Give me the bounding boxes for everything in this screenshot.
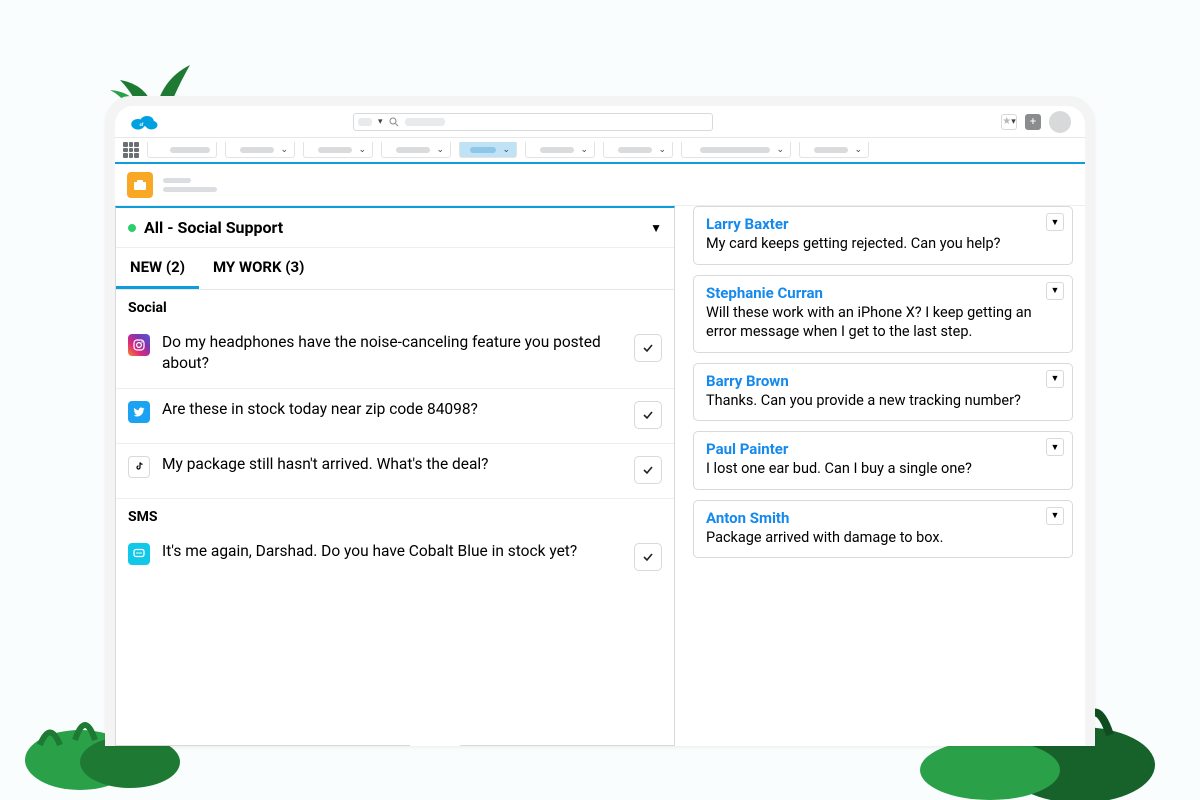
case-customer-name: Anton Smith bbox=[706, 509, 1060, 527]
nav-tab[interactable]: ⌄ bbox=[603, 142, 673, 158]
work-item[interactable]: Are these in stock today near zip code 8… bbox=[116, 389, 674, 444]
nav-tab[interactable]: ⌄ bbox=[681, 142, 791, 158]
nav-tab[interactable]: ⌄ bbox=[381, 142, 451, 158]
case-message: My card keeps getting rejected. Can you … bbox=[706, 234, 1060, 254]
case-customer-name: Larry Baxter bbox=[706, 215, 1060, 233]
app-launcher-icon[interactable] bbox=[123, 142, 139, 158]
work-item[interactable]: My package still hasn't arrived. What's … bbox=[116, 444, 674, 499]
case-list: ▼ Larry Baxter My card keeps getting rej… bbox=[693, 206, 1073, 746]
work-item[interactable]: It's me again, Darshad. Do you have Coba… bbox=[116, 531, 674, 585]
check-icon bbox=[641, 463, 655, 477]
nav-tab-active[interactable]: ⌄ bbox=[459, 142, 517, 158]
nav-tab[interactable]: ⌄ bbox=[525, 142, 595, 158]
presence-online-icon bbox=[128, 224, 136, 232]
chevron-down-icon: ▼ bbox=[650, 221, 662, 235]
nav-tab[interactable]: ⌄ bbox=[225, 142, 295, 158]
app-screen: sf ▾ ★ ▾ + bbox=[115, 106, 1085, 746]
case-customer-name: Stephanie Curran bbox=[706, 284, 1060, 302]
user-avatar[interactable] bbox=[1049, 111, 1071, 133]
sms-icon bbox=[128, 543, 150, 565]
briefcase-icon bbox=[127, 172, 153, 198]
chevron-down-icon: ▾ bbox=[1011, 117, 1016, 127]
case-customer-name: Paul Painter bbox=[706, 440, 1060, 458]
accept-button[interactable] bbox=[634, 334, 662, 362]
nav-tab[interactable] bbox=[147, 142, 217, 158]
page-header bbox=[115, 164, 1085, 206]
check-icon bbox=[641, 341, 655, 355]
queue-selector[interactable]: All - Social Support ▼ bbox=[116, 208, 674, 248]
tab-my-work[interactable]: MY WORK (3) bbox=[199, 248, 318, 289]
case-menu-button[interactable]: ▼ bbox=[1046, 213, 1064, 231]
case-card[interactable]: ▼ Paul Painter I lost one ear bud. Can I… bbox=[693, 431, 1073, 490]
case-message: Package arrived with damage to box. bbox=[706, 528, 1060, 548]
navigation-tabs: ⌄ ⌄ ⌄ ⌄ ⌄ ⌄ ⌄ ⌄ bbox=[115, 138, 1085, 164]
group-social: Social bbox=[116, 290, 674, 322]
laptop-frame: sf ▾ ★ ▾ + bbox=[105, 96, 1095, 746]
group-sms: SMS bbox=[116, 499, 674, 531]
case-menu-button[interactable]: ▼ bbox=[1046, 282, 1064, 300]
case-menu-button[interactable]: ▼ bbox=[1046, 438, 1064, 456]
accept-button[interactable] bbox=[634, 456, 662, 484]
instagram-icon bbox=[128, 334, 150, 356]
case-card[interactable]: ▼ Stephanie Curran Will these work with … bbox=[693, 275, 1073, 353]
case-message: Thanks. Can you provide a new tracking n… bbox=[706, 391, 1060, 411]
check-icon bbox=[641, 550, 655, 564]
check-icon bbox=[641, 408, 655, 422]
salesforce-logo-icon: sf bbox=[129, 112, 159, 132]
chevron-down-icon: ▾ bbox=[378, 117, 383, 127]
work-item-message: My package still hasn't arrived. What's … bbox=[162, 454, 622, 475]
add-button[interactable]: + bbox=[1025, 114, 1041, 130]
nav-tab[interactable]: ⌄ bbox=[303, 142, 373, 158]
case-card[interactable]: ▼ Anton Smith Package arrived with damag… bbox=[693, 500, 1073, 559]
global-header: sf ▾ ★ ▾ + bbox=[115, 106, 1085, 138]
tiktok-icon bbox=[128, 456, 150, 478]
omni-queue-panel: All - Social Support ▼ NEW (2) MY WORK (… bbox=[115, 206, 675, 746]
tab-new[interactable]: NEW (2) bbox=[116, 248, 199, 289]
case-card[interactable]: ▼ Larry Baxter My card keeps getting rej… bbox=[693, 206, 1073, 265]
work-item-message: Do my headphones have the noise-cancelin… bbox=[162, 332, 622, 374]
nav-tab[interactable]: ⌄ bbox=[799, 142, 869, 158]
laptop-hinge bbox=[410, 740, 790, 746]
page-title-placeholder bbox=[163, 178, 217, 192]
svg-text:sf: sf bbox=[140, 121, 144, 127]
work-item-message: It's me again, Darshad. Do you have Coba… bbox=[162, 541, 622, 562]
case-card[interactable]: ▼ Barry Brown Thanks. Can you provide a … bbox=[693, 363, 1073, 422]
favorites-button[interactable]: ★ ▾ bbox=[1001, 114, 1017, 130]
search-icon bbox=[389, 117, 399, 127]
work-item-message: Are these in stock today near zip code 8… bbox=[162, 399, 622, 420]
case-message: I lost one ear bud. Can I buy a single o… bbox=[706, 459, 1060, 479]
accept-button[interactable] bbox=[634, 543, 662, 571]
queue-title: All - Social Support bbox=[144, 218, 283, 237]
accept-button[interactable] bbox=[634, 401, 662, 429]
work-item[interactable]: Do my headphones have the noise-cancelin… bbox=[116, 322, 674, 389]
case-menu-button[interactable]: ▼ bbox=[1046, 370, 1064, 388]
case-customer-name: Barry Brown bbox=[706, 372, 1060, 390]
plus-icon: + bbox=[1030, 116, 1036, 127]
case-menu-button[interactable]: ▼ bbox=[1046, 507, 1064, 525]
case-message: Will these work with an iPhone X? I keep… bbox=[706, 303, 1060, 342]
star-icon: ★ bbox=[1002, 116, 1011, 127]
global-search[interactable]: ▾ bbox=[353, 113, 713, 131]
twitter-icon bbox=[128, 401, 150, 423]
